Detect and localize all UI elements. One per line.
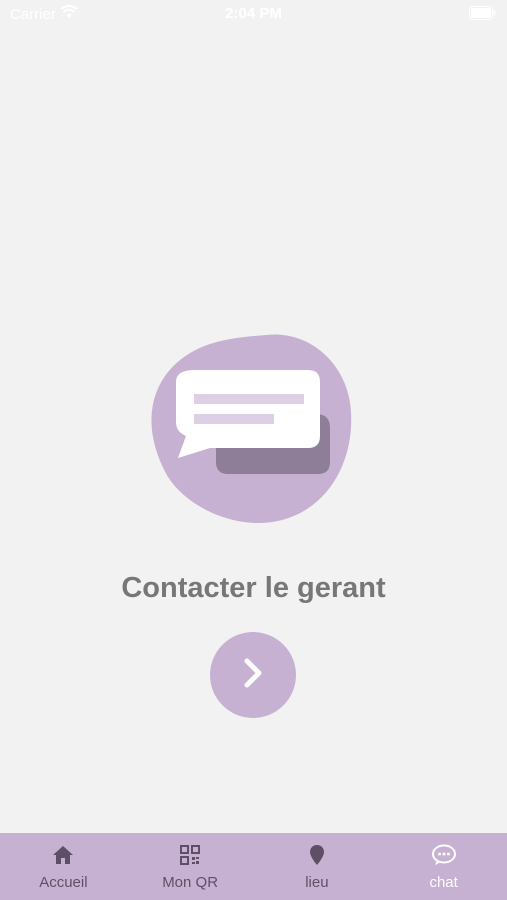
tab-accueil[interactable]: Accueil: [0, 833, 127, 900]
home-icon: [50, 842, 76, 868]
tab-mon-qr[interactable]: Mon QR: [127, 833, 254, 900]
contact-manager-button[interactable]: [210, 632, 296, 718]
tab-lieu[interactable]: lieu: [254, 833, 381, 900]
battery-icon: [469, 6, 497, 24]
status-time: 2:04 PM: [225, 5, 282, 22]
tab-chat[interactable]: chat: [380, 833, 507, 900]
chevron-right-icon: [238, 655, 268, 696]
chat-illustration: [148, 332, 354, 526]
chat-bubble-icon: [431, 842, 457, 868]
qr-code-icon: [177, 842, 203, 868]
tab-label-mon-qr: Mon QR: [162, 874, 219, 891]
tab-bar: Accueil Mon QR lieu chat: [0, 833, 507, 900]
location-pin-icon: [304, 842, 330, 868]
status-bar: Carrier 2:04 PM: [0, 0, 507, 28]
tab-label-chat: chat: [429, 874, 458, 891]
chat-screen: Carrier 2:04 PM Contacter le gerant Accu…: [0, 0, 507, 900]
tab-label-lieu: lieu: [305, 874, 329, 891]
page-title: Contacter le gerant: [121, 572, 386, 604]
tab-label-accueil: Accueil: [39, 874, 88, 891]
